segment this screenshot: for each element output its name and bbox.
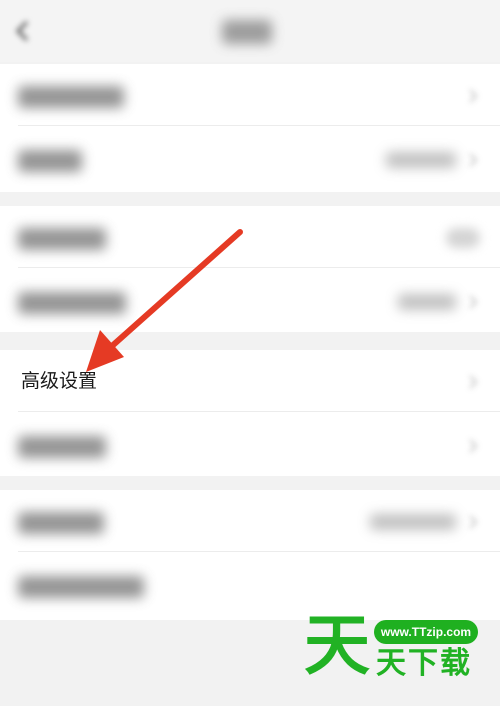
settings-row-3[interactable] bbox=[0, 206, 500, 268]
row-label-blurred bbox=[18, 86, 124, 108]
divider bbox=[18, 125, 500, 126]
row-label-blurred bbox=[18, 150, 82, 172]
divider bbox=[18, 267, 500, 268]
settings-group-1 bbox=[0, 64, 500, 192]
watermark-logo: 天 www.TTzip.com 天下载 bbox=[300, 600, 490, 700]
page-title bbox=[222, 20, 272, 44]
chevron-right-icon bbox=[469, 295, 478, 309]
settings-row-7[interactable] bbox=[0, 490, 500, 552]
divider bbox=[18, 551, 500, 552]
chevron-right-icon bbox=[469, 515, 478, 529]
settings-row-4[interactable] bbox=[0, 270, 500, 332]
row-value-blurred bbox=[386, 152, 456, 168]
row-label-blurred bbox=[18, 512, 104, 534]
chevron-right-icon bbox=[469, 375, 478, 389]
row-value-blurred bbox=[398, 294, 456, 310]
chevron-right-icon bbox=[469, 439, 478, 453]
chevron-right-icon bbox=[469, 89, 478, 103]
advanced-settings-label: 高级设置 bbox=[21, 370, 98, 392]
divider bbox=[18, 411, 500, 412]
settings-row-2[interactable] bbox=[0, 128, 500, 190]
watermark-big-char: 天 bbox=[304, 607, 370, 684]
header-bar bbox=[0, 0, 500, 62]
advanced-settings-row[interactable]: 高级设置 bbox=[0, 350, 500, 412]
chevron-right-icon bbox=[469, 153, 478, 167]
settings-group-3: 高级设置 bbox=[0, 350, 500, 476]
settings-row-6[interactable] bbox=[0, 414, 500, 476]
row-label-blurred bbox=[18, 576, 144, 598]
watermark-text: 天下载 bbox=[376, 646, 472, 681]
watermark-url: www.TTzip.com bbox=[374, 620, 478, 644]
row-value-blurred bbox=[370, 514, 456, 530]
settings-group-2 bbox=[0, 206, 500, 332]
back-arrow-icon[interactable] bbox=[14, 20, 32, 42]
toggle-switch[interactable] bbox=[446, 228, 480, 248]
row-label-blurred bbox=[18, 292, 126, 314]
row-label-blurred bbox=[18, 228, 106, 250]
settings-row-1[interactable] bbox=[0, 64, 500, 126]
row-label-blurred bbox=[18, 436, 106, 458]
